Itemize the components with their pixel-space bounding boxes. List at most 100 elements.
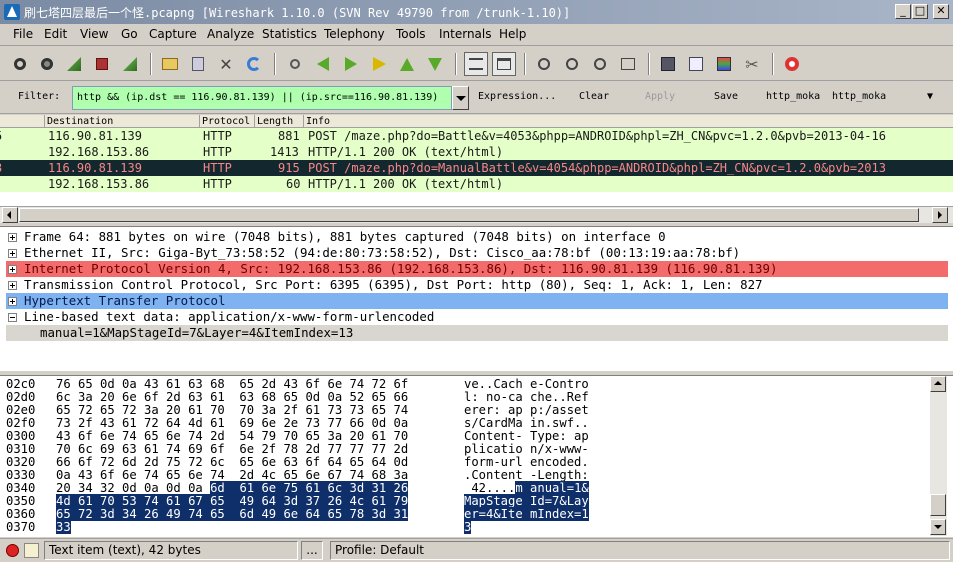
go-forward-icon[interactable] — [339, 52, 363, 76]
capture-filters-icon[interactable] — [656, 52, 680, 76]
tree-node-text-item-selected[interactable]: manual=1&MapStageId=7&Layer=4&ItemIndex=… — [6, 325, 948, 341]
go-to-packet-icon[interactable] — [367, 52, 391, 76]
column-header-length[interactable]: Length — [254, 115, 303, 128]
restart-capture-icon[interactable] — [118, 52, 142, 76]
hex-bytes[interactable]: 65 72 3d 34 26 49 74 65 6d 49 6e 64 65 7… — [56, 506, 409, 522]
options-icon[interactable] — [35, 52, 59, 76]
find-packet-icon[interactable] — [283, 52, 307, 76]
coloring-rules-icon[interactable] — [712, 52, 736, 76]
save-file-icon[interactable] — [186, 52, 210, 76]
filter-bookmark-button[interactable]: http_moka — [766, 91, 820, 102]
capture-comment-icon[interactable] — [24, 543, 39, 558]
hex-bytes[interactable]: 33 — [56, 519, 71, 535]
start-capture-icon[interactable] — [62, 52, 86, 76]
scroll-down-button[interactable] — [930, 519, 946, 535]
scroll-up-button[interactable] — [930, 376, 946, 392]
filter-history-dropdown[interactable] — [452, 86, 469, 110]
packet-details-tree: Frame 64: 881 bytes on wire (7048 bits),… — [0, 226, 953, 371]
expert-info-icon[interactable] — [6, 544, 19, 557]
column-header-info[interactable]: Info — [303, 115, 953, 128]
packet-row-selected[interactable]: 3 116.90.81.139 HTTP 915 POST /maze.php?… — [0, 160, 953, 176]
resize-columns-icon[interactable] — [616, 52, 640, 76]
wireshark-logo-icon — [4, 4, 20, 20]
scroll-right-button[interactable] — [932, 207, 948, 223]
packet-protocol: HTTP — [203, 161, 232, 175]
zoom-out-icon[interactable] — [560, 52, 584, 76]
display-filter-input[interactable]: http && (ip.dst == 116.90.81.139) || (ip… — [72, 86, 452, 110]
tree-node-frame[interactable]: Frame 64: 881 bytes on wire (7048 bits),… — [6, 229, 948, 245]
menu-tools[interactable]: Tools — [396, 27, 426, 41]
packet-row[interactable]: 192.168.153.86 HTTP 1413 HTTP/1.1 200 OK… — [0, 144, 953, 160]
menu-help[interactable]: Help — [499, 27, 526, 41]
expand-icon[interactable] — [8, 265, 17, 274]
help-icon[interactable] — [780, 52, 804, 76]
menu-edit[interactable]: Edit — [44, 27, 67, 41]
main-toolbar: ✕ ✂ — [0, 47, 953, 81]
column-header-destination[interactable]: Destination — [44, 115, 199, 128]
status-ellipsis[interactable]: ... — [301, 541, 323, 560]
menu-go[interactable]: Go — [121, 27, 138, 41]
menu-capture[interactable]: Capture — [149, 27, 197, 41]
packet-length: 915 — [278, 161, 300, 175]
colorize-icon[interactable] — [464, 52, 488, 76]
scrollbar-thumb[interactable] — [19, 208, 919, 222]
packet-list-hscrollbar[interactable] — [0, 206, 953, 223]
go-back-icon[interactable] — [311, 52, 335, 76]
expand-icon[interactable] — [8, 249, 17, 258]
save-filter-button[interactable]: Save — [714, 91, 738, 102]
tree-node-ipv4[interactable]: Internet Protocol Version 4, Src: 192.16… — [6, 261, 948, 277]
menu-analyze[interactable]: Analyze — [207, 27, 254, 41]
bytes-vscrollbar[interactable] — [930, 376, 947, 536]
close-file-icon[interactable]: ✕ — [214, 52, 238, 76]
minimize-button[interactable]: _ — [895, 4, 911, 19]
scroll-left-button[interactable] — [2, 207, 18, 223]
tree-node-http[interactable]: Hypertext Transfer Protocol — [6, 293, 948, 309]
normal-size-icon[interactable] — [588, 52, 612, 76]
packet-length: 1413 — [270, 145, 299, 159]
packet-row[interactable]: 5 116.90.81.139 HTTP 881 POST /maze.php?… — [0, 128, 953, 144]
chevron-down-icon[interactable]: ▼ — [927, 91, 933, 102]
filter-bookmark-button[interactable]: http_moka — [832, 91, 886, 102]
auto-scroll-icon[interactable] — [492, 52, 516, 76]
go-last-icon[interactable] — [423, 52, 447, 76]
expression-button[interactable]: Expression... — [478, 91, 556, 102]
interfaces-icon[interactable] — [8, 52, 32, 76]
packet-bytes-pane: 02c0 76 65 0d 0a 43 61 63 68 65 2d 43 6f… — [0, 375, 953, 537]
menu-internals[interactable]: Internals — [439, 27, 492, 41]
clear-button[interactable]: Clear — [579, 91, 609, 102]
menu-statistics[interactable]: Statistics — [262, 27, 317, 41]
close-button[interactable]: ✕ — [933, 4, 949, 19]
packet-row[interactable]: 192.168.153.86 HTTP 60 HTTP/1.1 200 OK (… — [0, 176, 953, 192]
collapse-icon[interactable] — [8, 313, 17, 322]
tree-node-tcp[interactable]: Transmission Control Protocol, Src Port:… — [6, 277, 948, 293]
tree-node-text-data[interactable]: Line-based text data: application/x-www-… — [6, 309, 948, 325]
apply-button[interactable]: Apply — [645, 91, 675, 102]
go-first-icon[interactable] — [395, 52, 419, 76]
packet-destination: 192.168.153.86 — [48, 145, 150, 159]
tree-node-label: Hypertext Transfer Protocol — [24, 293, 226, 308]
preferences-icon[interactable]: ✂ — [740, 52, 764, 76]
hex-ascii[interactable]: 3 — [464, 519, 472, 535]
status-profile[interactable]: Profile: Default — [330, 541, 950, 560]
column-header-protocol[interactable]: Protocol — [199, 115, 254, 128]
hex-ascii[interactable]: er=4&Ite mIndex=1 — [464, 506, 589, 522]
expand-icon[interactable] — [8, 281, 17, 290]
tree-node-label: Transmission Control Protocol, Src Port:… — [24, 277, 763, 292]
toolbar-separator — [524, 53, 526, 75]
expand-icon[interactable] — [8, 233, 17, 242]
tree-node-ethernet[interactable]: Ethernet II, Src: Giga-Byt_73:58:52 (94:… — [6, 245, 948, 261]
filter-toolbar: Filter: http && (ip.dst == 116.90.81.139… — [0, 82, 953, 114]
reload-icon[interactable] — [242, 52, 266, 76]
menu-telephony[interactable]: Telephony — [324, 27, 385, 41]
packet-number: 3 — [0, 160, 2, 176]
scrollbar-thumb[interactable] — [930, 494, 946, 516]
maximize-button[interactable]: □ — [912, 4, 928, 19]
expand-icon[interactable] — [8, 297, 17, 306]
display-filters-icon[interactable] — [684, 52, 708, 76]
menu-view[interactable]: View — [80, 27, 108, 41]
stop-capture-icon[interactable] — [90, 52, 114, 76]
menu-file[interactable]: File — [13, 27, 33, 41]
zoom-in-icon[interactable] — [532, 52, 556, 76]
packet-protocol: HTTP — [203, 145, 232, 159]
open-file-icon[interactable] — [158, 52, 182, 76]
